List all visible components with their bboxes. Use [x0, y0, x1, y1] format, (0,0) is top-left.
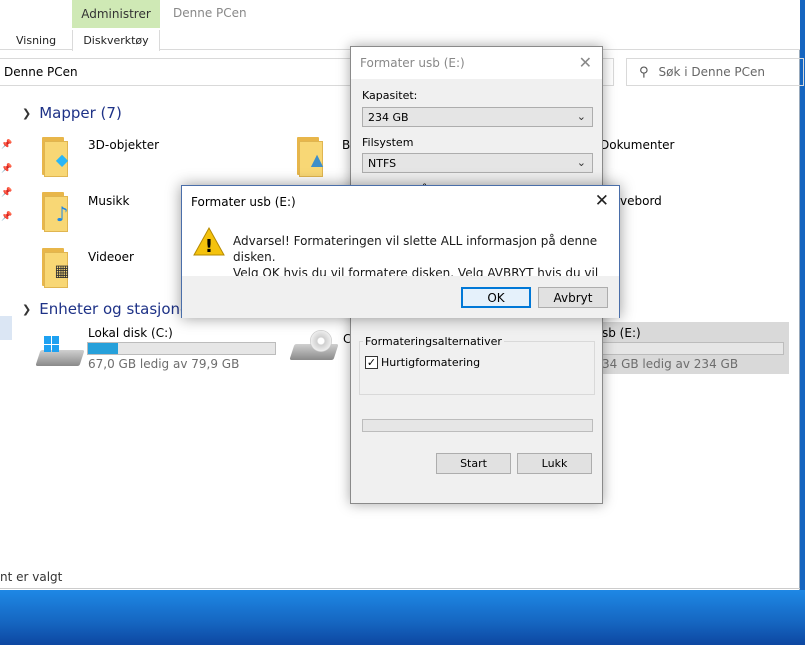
drive-label-usb[interactable]: sb (E:): [602, 326, 641, 340]
group-title-folders: Mapper (7): [39, 104, 122, 122]
folder-3d-objects-icon[interactable]: ◆: [40, 135, 74, 177]
filesystem-value: NTFS: [368, 156, 397, 170]
close-icon[interactable]: ✕: [579, 53, 592, 72]
quick-format-checkbox[interactable]: ✓: [365, 356, 378, 369]
status-bar-text: nt er valgt: [0, 570, 63, 584]
capacity-select[interactable]: 234 GB ⌄: [362, 107, 593, 127]
folder-label[interactable]: 3D-objekter: [88, 138, 159, 152]
search-input[interactable]: ⚲ Søk i Denne PCen: [626, 58, 804, 86]
folder-label[interactable]: Dokumenter: [600, 138, 674, 152]
format-dialog-title: Formater usb (E:): [360, 56, 465, 70]
status-divider: [0, 588, 800, 589]
chevron-down-icon: ⌄: [576, 110, 586, 123]
group-header-folders[interactable]: ❯ Mapper (7): [22, 104, 122, 122]
format-progress-bar: [362, 419, 593, 432]
tab-visning[interactable]: Visning: [16, 30, 56, 50]
desktop-background: [0, 590, 805, 645]
drive-free-c: 67,0 GB ledig av 79,9 GB: [88, 357, 240, 371]
folder-music-icon[interactable]: ♪: [40, 190, 74, 232]
folder-pictures-icon[interactable]: ▲: [295, 135, 329, 177]
pin-icon: 📌: [1, 188, 13, 198]
ribbon: Administrer Denne PCen Visning Diskverkt…: [0, 0, 800, 51]
group-header-drives[interactable]: ❯ Enheter og stasjoner (: [22, 300, 206, 318]
folder-videos-icon[interactable]: ▦: [40, 246, 74, 288]
pin-icon: 📌: [1, 212, 13, 222]
chevron-down-icon: ❯: [22, 302, 32, 316]
local-disk-icon[interactable]: [35, 336, 85, 370]
chevron-down-icon: ⌄: [576, 156, 586, 169]
warning-dialog-title: Formater usb (E:): [191, 195, 296, 209]
filesystem-select[interactable]: NTFS ⌄: [362, 153, 593, 173]
drive-usage-bar-c: [87, 342, 276, 355]
tab-diskverktoy[interactable]: Diskverktøy: [72, 30, 160, 51]
search-placeholder: Søk i Denne PCen: [658, 65, 766, 79]
address-text: Denne PCen: [4, 65, 78, 79]
ok-button[interactable]: OK: [461, 287, 531, 308]
context-tab-administrer[interactable]: Administrer: [72, 0, 160, 28]
capacity-label: Kapasitet:: [362, 89, 418, 102]
format-options-label: Formateringsalternativer: [363, 335, 504, 348]
drive-free-usb: 34 GB ledig av 234 GB: [602, 357, 739, 371]
drive-usage-fill: [88, 343, 118, 354]
drive-label-c[interactable]: Lokal disk (C:): [88, 326, 173, 340]
cancel-button[interactable]: Avbryt: [538, 287, 608, 308]
cube-icon: ◆: [55, 149, 69, 169]
chevron-down-icon: ❯: [22, 106, 32, 120]
start-button[interactable]: Start: [436, 453, 511, 474]
disc-icon: [310, 330, 332, 352]
pin-icon: 📌: [1, 164, 13, 174]
windows-logo-icon: [44, 336, 60, 352]
search-icon: ⚲: [639, 64, 649, 80]
nav-pane-selected-item[interactable]: [0, 316, 12, 340]
cd-drive-icon[interactable]: [289, 330, 339, 364]
warning-glyph: !: [205, 236, 213, 257]
drive-usage-bar-usb: [600, 342, 784, 355]
filesystem-label: Filsystem: [362, 136, 414, 149]
close-button[interactable]: Lukk: [517, 453, 592, 474]
folder-label[interactable]: Videoer: [88, 250, 134, 264]
warning-icon: !: [193, 226, 225, 257]
warning-dialog: Formater usb (E:) ✕ ! Advarsel! Formater…: [181, 185, 620, 318]
folder-label[interactable]: vebord: [620, 194, 662, 208]
folder-label[interactable]: Musikk: [88, 194, 129, 208]
landscape-icon: ▲: [310, 149, 324, 169]
window-title: Denne PCen: [173, 6, 247, 20]
format-dialog-titlebar[interactable]: Formater usb (E:): [351, 47, 602, 79]
pin-icon: 📌: [1, 140, 13, 150]
quick-format-label[interactable]: Hurtigformatering: [381, 356, 480, 369]
close-icon[interactable]: ✕: [595, 191, 609, 211]
film-strip-icon: ▦: [54, 260, 70, 280]
music-note-icon: ♪: [55, 202, 69, 226]
warning-message-line-1: Advarsel! Formateringen vil slette ALL i…: [233, 234, 598, 264]
capacity-value: 234 GB: [368, 110, 409, 124]
